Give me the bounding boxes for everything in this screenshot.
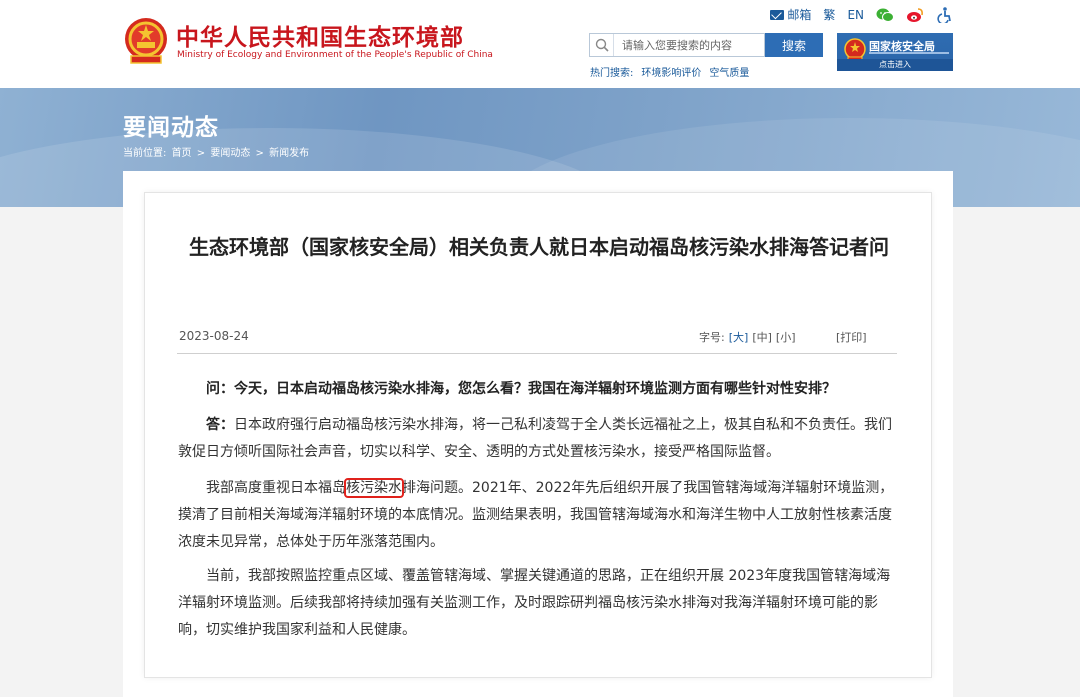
font-size-large-button[interactable]: [大] [729, 329, 749, 345]
breadcrumb-news[interactable]: 要闻动态 [210, 148, 250, 159]
paragraph-text: 我部高度重视日本福岛 [206, 480, 346, 496]
search-icon[interactable] [590, 34, 614, 56]
breadcrumb-separator: > [196, 148, 206, 159]
mail-label: 邮箱 [787, 8, 812, 22]
article-paragraph: 我部高度重视日本福岛核污染水排海问题。2021年、2022年先后组织开展了我国管… [178, 475, 896, 556]
mail-icon [770, 9, 785, 20]
article-title: 生态环境部（国家核安全局）相关负责人就日本启动福岛核污染水排海答记者问 [189, 235, 889, 259]
site-title-en[interactable]: Ministry of Ecology and Environment of t… [177, 50, 493, 60]
font-size-small-button[interactable]: [小] [776, 329, 796, 345]
national-emblem-icon[interactable] [123, 16, 169, 66]
article-paragraph: 当前，我部按照监控重点区域、覆盖管辖海域、掌握关键通道的思路，正在组织开展 20… [178, 568, 891, 638]
mail-link[interactable]: 邮箱 [770, 6, 811, 23]
hot-search-item[interactable]: 环境影响评价 [641, 64, 701, 79]
search-box [589, 33, 765, 57]
print-button[interactable]: [打印] [836, 329, 867, 345]
article-answer: 答：日本政府强行启动福岛核污染水排海，将一己私利凌驾于全人类长远福祉之上，极其自… [178, 412, 896, 466]
breadcrumb-press-release[interactable]: 新闻发布 [269, 148, 309, 159]
answer-lead: 答： [206, 417, 234, 433]
breadcrumb-separator: > [255, 148, 264, 159]
accessibility-icon[interactable] [936, 6, 954, 23]
article-question: 问：今天，日本启动福岛核污染水排海，您怎么看？我国在海洋辐射环境监测方面有哪些针… [206, 381, 836, 397]
breadcrumb: 当前位置: 首页 > 要闻动态 > 新闻发布 [123, 144, 311, 159]
search-input[interactable] [614, 34, 760, 56]
nsa-enter-label: 点击进入 [837, 59, 953, 71]
highlighted-term: 核污染水 [344, 478, 404, 498]
site-header: 中华人民共和国生态环境部 Ministry of Ecology and Env… [0, 0, 1080, 88]
section-title: 要闻动态 [123, 115, 219, 141]
font-size-control: 字号: [大] [中] [小] [699, 329, 796, 345]
font-size-medium-button[interactable]: [中] [752, 329, 772, 345]
weibo-icon[interactable] [906, 7, 924, 23]
english-link[interactable]: EN [847, 8, 864, 22]
site-title-cn[interactable]: 中华人民共和国生态环境部 [176, 18, 464, 52]
article-date: 2023-08-24 [179, 329, 249, 343]
article-divider [177, 353, 897, 354]
nsa-banner[interactable]: 国家核安全局 点击进入 [837, 33, 953, 71]
answer-text: 日本政府强行启动福岛核污染水排海，将一己私利凌驾于全人类长远福祉之上，极其自私和… [178, 417, 892, 460]
breadcrumb-label: 当前位置: [123, 148, 167, 159]
top-links: 邮箱 繁 EN [770, 6, 954, 23]
breadcrumb-home[interactable]: 首页 [172, 148, 192, 159]
nsa-subtitle-line [869, 52, 949, 54]
wechat-icon[interactable] [876, 7, 894, 23]
hot-search-label: 热门搜索: [590, 68, 634, 79]
hot-search-item[interactable]: 空气质量 [709, 64, 749, 79]
search-button[interactable]: 搜索 [765, 33, 823, 57]
font-size-label: 字号: [699, 331, 725, 344]
hot-search: 热门搜索: 环境影响评价 空气质量 [590, 64, 749, 79]
traditional-chinese-link[interactable]: 繁 [823, 6, 835, 23]
